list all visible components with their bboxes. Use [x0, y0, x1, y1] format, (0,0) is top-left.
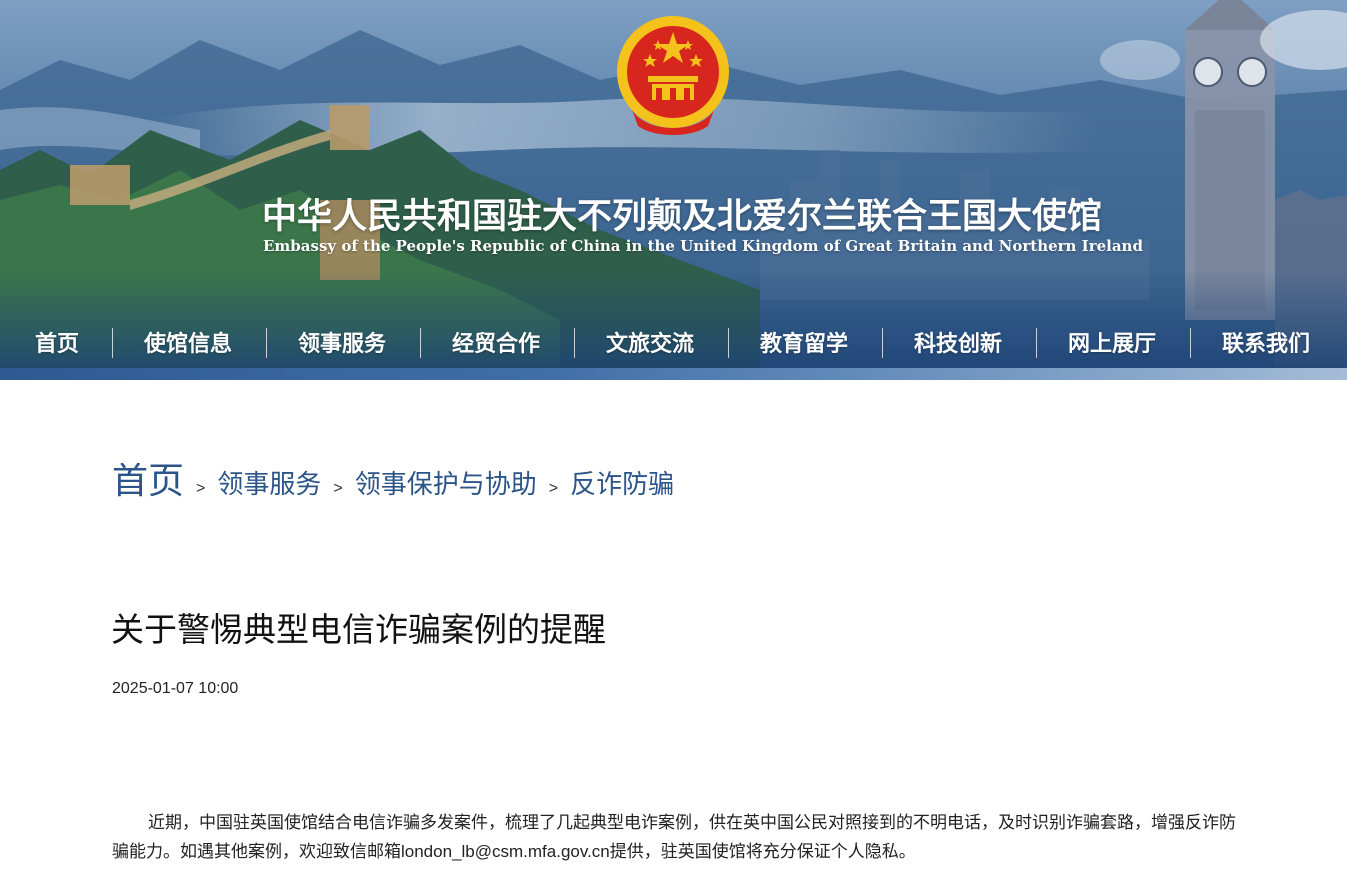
breadcrumb-separator: > [333, 480, 343, 497]
breadcrumb-separator: > [196, 480, 206, 497]
nav-item-consular-services[interactable]: 领事服务 [298, 326, 386, 362]
embassy-title-chinese: 中华人民共和国驻大不列颠及北爱尔兰联合王国大使馆 [262, 196, 1103, 237]
nav-separator [728, 328, 729, 358]
breadcrumb-consular-protection-link[interactable]: 领事保护与协助 [355, 464, 537, 501]
nav-separator [1190, 328, 1191, 358]
breadcrumb-home-link[interactable]: 首页 [112, 452, 184, 504]
nav-item-contact-us[interactable]: 联系我们 [1222, 326, 1310, 362]
breadcrumb-consular-services-link[interactable]: 领事服务 [217, 464, 321, 501]
breadcrumb-separator: > [548, 480, 559, 497]
site-header-banner: 中华人民共和国驻大不列颠及北爱尔兰联合王国大使馆 Embassy of the … [0, 0, 1347, 380]
article-title: 关于警惕典型电信诈骗案例的提醒 [111, 611, 606, 648]
embassy-title-english: Embassy of the People's Republic of Chin… [263, 237, 1143, 255]
nav-separator [574, 328, 575, 358]
nav-separator [112, 328, 113, 358]
nav-item-embassy-info[interactable]: 使馆信息 [144, 326, 232, 362]
national-emblem-icon [617, 16, 729, 135]
article-publish-date: 2025-01-07 10:00 [112, 680, 239, 697]
nav-item-science-technology[interactable]: 科技创新 [914, 326, 1002, 362]
nav-separator [1036, 328, 1037, 358]
article-body-paragraph: 近期，中国驻英国使馆结合电信诈骗多发案件，梳理了几起典型电诈案例，供在英中国公民… [112, 813, 1236, 861]
nav-item-online-exhibition[interactable]: 网上展厅 [1068, 326, 1156, 362]
nav-separator [882, 328, 883, 358]
nav-item-education[interactable]: 教育留学 [760, 326, 848, 362]
nav-separator [420, 328, 421, 358]
nav-bottom-strip [0, 368, 1347, 380]
nav-separator [266, 328, 267, 358]
nav-item-home[interactable]: 首页 [35, 326, 79, 362]
breadcrumb: 首页 > 领事服务 > 领事保护与协助 > 反诈防骗 [112, 452, 674, 501]
breadcrumb-anti-fraud-link[interactable]: 反诈防骗 [570, 464, 674, 501]
nav-item-culture-tourism[interactable]: 文旅交流 [606, 326, 694, 362]
nav-item-economic-trade[interactable]: 经贸合作 [452, 326, 540, 362]
main-navigation: 首页 使馆信息 领事服务 经贸合作 文旅交流 教育留学 科技创新 网上展厅 联系… [0, 326, 1347, 362]
